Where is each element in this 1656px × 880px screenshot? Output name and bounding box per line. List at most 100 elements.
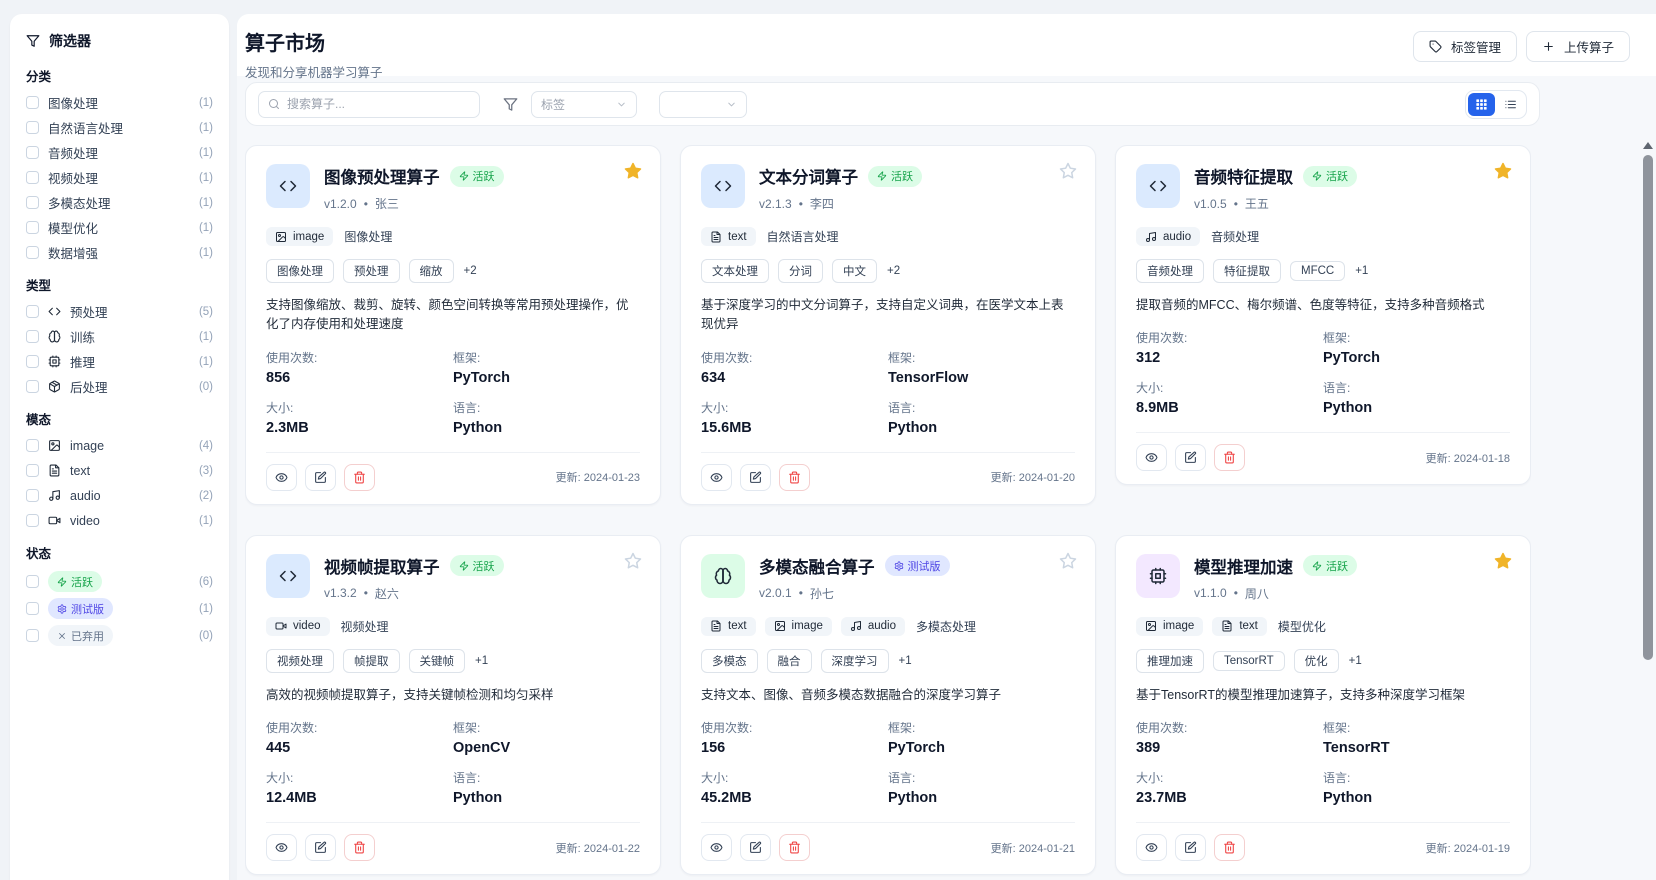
filter-option[interactable]: 活跃(6) (26, 572, 213, 591)
delete-operator-button[interactable] (344, 464, 375, 491)
scrollbar-up-arrow[interactable] (1643, 142, 1653, 149)
filter-option[interactable]: 后处理(0) (26, 379, 213, 394)
filter-checkbox[interactable] (26, 355, 39, 368)
favorite-star-button[interactable] (624, 551, 644, 571)
stat-size: 大小:23.7MB (1136, 769, 1323, 806)
delete-operator-button[interactable] (779, 464, 810, 491)
stat-label: 语言: (1323, 379, 1510, 396)
stat-label: 语言: (888, 769, 1075, 786)
view-operator-button[interactable] (266, 834, 297, 861)
edit-operator-button[interactable] (740, 464, 771, 491)
card-footer: 更新: 2024-01-18 (1136, 444, 1510, 471)
filter-option[interactable]: 多模态处理(1) (26, 195, 213, 210)
filter-option[interactable]: 测试版(1) (26, 599, 213, 618)
card-head-info: 音频特征提取活跃v1.0.5•王五 (1194, 164, 1357, 212)
tags-row: 多模态融合深度学习+1 (701, 649, 1075, 673)
filter-option[interactable]: 预处理(5) (26, 304, 213, 319)
funnel-icon (503, 97, 518, 112)
filter-checkbox[interactable] (26, 305, 39, 318)
filter-option[interactable]: 模型优化(1) (26, 220, 213, 235)
upload-operator-button[interactable]: 上传算子 (1526, 31, 1630, 62)
filter-checkbox[interactable] (26, 196, 39, 209)
stat-label: 语言: (453, 769, 640, 786)
filter-option[interactable]: audio(2) (26, 488, 213, 503)
delete-operator-button[interactable] (1214, 834, 1245, 861)
operator-category: 自然语言处理 (767, 228, 839, 245)
card-title-row: 多模态融合算子测试版 (759, 554, 950, 578)
filter-checkbox[interactable] (26, 575, 39, 588)
edit-operator-button[interactable] (1175, 834, 1206, 861)
filter-checkbox[interactable] (26, 514, 39, 527)
filter-checkbox[interactable] (26, 464, 39, 477)
filter-option[interactable]: 视频处理(1) (26, 170, 213, 185)
tag-filter-select[interactable]: 标签 (531, 91, 637, 118)
video-icon (48, 514, 61, 527)
filter-checkbox[interactable] (26, 171, 39, 184)
delete-operator-button[interactable] (779, 834, 810, 861)
favorite-star-button[interactable] (1494, 551, 1514, 571)
favorite-star-button[interactable] (1059, 161, 1079, 181)
search-input[interactable] (287, 97, 470, 111)
filter-option[interactable]: 音频处理(1) (26, 145, 213, 160)
stat-framework: 框架:TensorRT (1323, 719, 1510, 756)
cpu-icon (48, 355, 61, 368)
filter-checkbox[interactable] (26, 629, 39, 642)
stat-label: 大小: (266, 399, 453, 416)
filter-option[interactable]: 自然语言处理(1) (26, 120, 213, 135)
tag-manage-button[interactable]: 标签管理 (1413, 31, 1517, 62)
filter-option[interactable]: text(3) (26, 463, 213, 478)
view-operator-button[interactable] (701, 464, 732, 491)
view-operator-button[interactable] (1136, 444, 1167, 471)
edit-operator-button[interactable] (305, 834, 336, 861)
code-icon (714, 177, 732, 195)
view-operator-button[interactable] (1136, 834, 1167, 861)
file-text-icon (48, 464, 61, 477)
tags-row: 推理加速TensorRT优化+1 (1136, 649, 1510, 673)
operator-version-author: v2.1.3•李四 (759, 195, 922, 212)
favorite-star-button[interactable] (624, 161, 644, 181)
filter-option-label: 模型优化 (48, 218, 98, 237)
delete-operator-button[interactable] (344, 834, 375, 861)
operator-status-badge: 活跃 (450, 555, 504, 576)
trash-icon (788, 471, 801, 484)
filter-option[interactable]: image(4) (26, 438, 213, 453)
operator-updated-date: 更新: 2024-01-19 (1426, 840, 1510, 856)
filter-checkbox[interactable] (26, 146, 39, 159)
filter-option[interactable]: video(1) (26, 513, 213, 528)
filter-option[interactable]: 已弃用(0) (26, 626, 213, 645)
favorite-star-button[interactable] (1494, 161, 1514, 181)
filter-checkbox[interactable] (26, 246, 39, 259)
scrollbar-thumb[interactable] (1643, 155, 1653, 660)
view-operator-button[interactable] (701, 834, 732, 861)
filter-checkbox[interactable] (26, 96, 39, 109)
main-area: 算子市场 发现和分享机器学习算子 标签管理 上传算子 标签 (237, 14, 1656, 880)
stat-label: 框架: (888, 719, 1075, 736)
extra-filter-select[interactable] (659, 91, 747, 118)
operator-title: 多模态融合算子 (759, 554, 875, 578)
filter-option[interactable]: 推理(1) (26, 354, 213, 369)
edit-operator-button[interactable] (1175, 444, 1206, 471)
favorite-star-button[interactable] (1059, 551, 1079, 571)
operator-stats: 使用次数:634框架:TensorFlow大小:15.6MB语言:Python (701, 349, 1075, 436)
filter-checkbox[interactable] (26, 602, 39, 615)
list-view-button[interactable] (1497, 93, 1524, 116)
edit-icon (1184, 451, 1197, 464)
code-icon (279, 177, 297, 195)
filter-option[interactable]: 数据增强(1) (26, 245, 213, 260)
grid-view-button[interactable] (1468, 93, 1495, 116)
stat-value: PyTorch (888, 740, 1075, 756)
delete-operator-button[interactable] (1214, 444, 1245, 471)
edit-operator-button[interactable] (740, 834, 771, 861)
filter-checkbox[interactable] (26, 489, 39, 502)
filter-checkbox[interactable] (26, 380, 39, 393)
edit-operator-button[interactable] (305, 464, 336, 491)
view-operator-button[interactable] (266, 464, 297, 491)
edit-icon (314, 841, 327, 854)
filter-checkbox[interactable] (26, 121, 39, 134)
filter-option[interactable]: 图像处理(1) (26, 95, 213, 110)
filter-checkbox[interactable] (26, 221, 39, 234)
filter-section-title: 分类 (26, 66, 213, 85)
filter-checkbox[interactable] (26, 439, 39, 452)
filter-checkbox[interactable] (26, 330, 39, 343)
filter-option[interactable]: 训练(1) (26, 329, 213, 344)
